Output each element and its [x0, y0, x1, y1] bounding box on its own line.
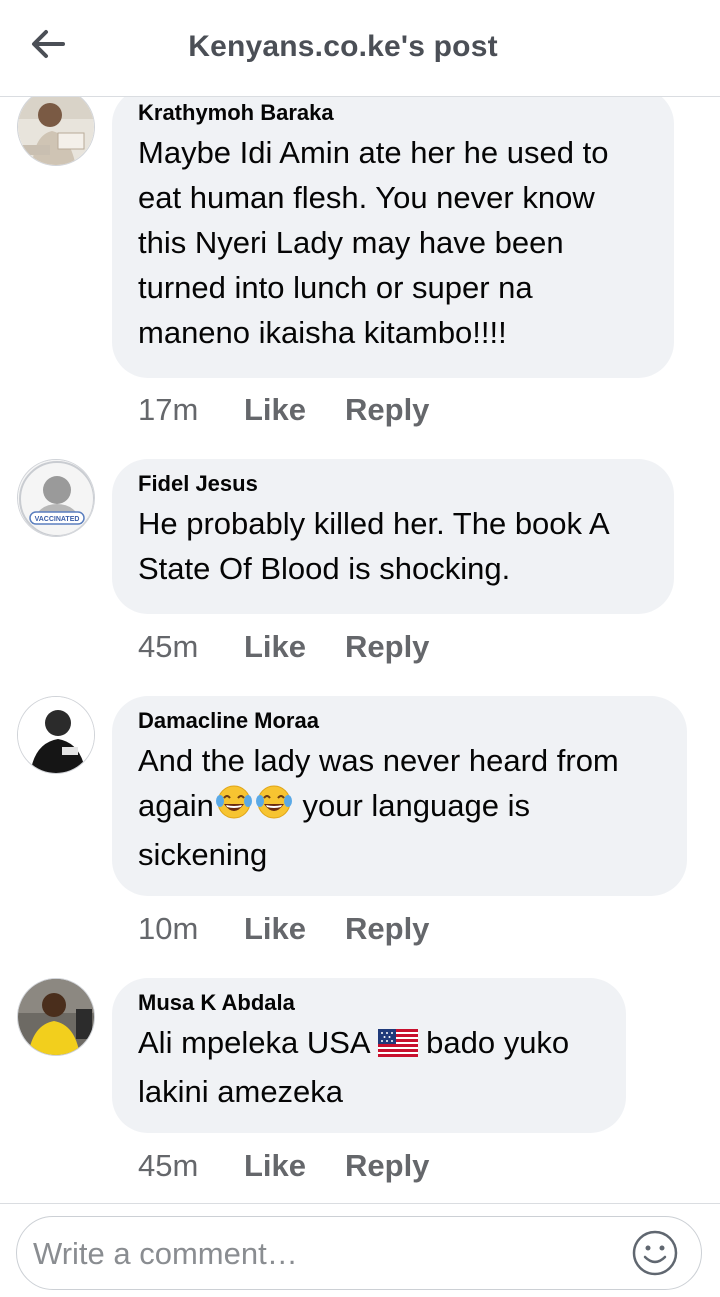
comment-bubble[interactable]: Krathymoh Baraka Maybe Idi Amin ate her … [112, 88, 674, 378]
comment-time[interactable]: 45m [138, 1148, 244, 1184]
comment-bubble[interactable]: Fidel Jesus He probably killed her. The … [112, 459, 674, 614]
comment-text: He probably killed her. The book A State… [138, 506, 610, 586]
avatar[interactable]: VACCINATED [17, 459, 95, 537]
comment-composer [0, 1203, 720, 1297]
comment-actions: 17m Like Reply [138, 392, 429, 428]
comment-time[interactable]: 17m [138, 392, 244, 428]
comment-input-box[interactable] [16, 1216, 702, 1290]
reply-button[interactable]: Reply [345, 1148, 429, 1184]
avatar[interactable] [17, 978, 95, 1056]
top-bar: Kenyans.co.ke's post [0, 0, 720, 97]
like-button[interactable]: Like [244, 629, 345, 665]
comment-author[interactable]: Damacline Moraa [138, 708, 661, 734]
reply-button[interactable]: Reply [345, 911, 429, 947]
emoji-button[interactable] [631, 1229, 679, 1277]
face-with-tears-of-joy-icon [214, 784, 254, 832]
comment-text: Ali mpeleka USA bado yuko lakini amezeka [138, 1020, 600, 1114]
page-title: Kenyans.co.ke's post [188, 30, 498, 63]
comment-bubble[interactable]: Damacline Moraa And the lady was never h… [112, 696, 687, 896]
comment-author[interactable]: Musa K Abdala [138, 990, 600, 1016]
smiley-icon [632, 1230, 678, 1276]
like-button[interactable]: Like [244, 911, 345, 947]
comment-actions: 45m Like Reply [138, 629, 429, 665]
comment-text: And the lady was never heard from again … [138, 738, 661, 877]
comment-bubble[interactable]: Musa K Abdala Ali mpeleka USA bado yuko … [112, 978, 626, 1133]
reply-button[interactable]: Reply [345, 392, 429, 428]
like-button[interactable]: Like [244, 392, 345, 428]
comment-author[interactable]: Krathymoh Baraka [138, 100, 648, 126]
avatar[interactable] [17, 88, 95, 166]
comment-author[interactable]: Fidel Jesus [138, 471, 648, 497]
comment-actions: 45m Like Reply [138, 1148, 429, 1184]
like-button[interactable]: Like [244, 1148, 345, 1184]
avatar[interactable] [17, 696, 95, 774]
comment-input[interactable] [31, 1227, 625, 1281]
comment-time[interactable]: 45m [138, 629, 244, 665]
comment-time[interactable]: 10m [138, 911, 244, 947]
us-flag-icon [377, 1024, 418, 1069]
comment-text: Maybe Idi Amin ate her he used to eat hu… [138, 135, 609, 350]
reply-button[interactable]: Reply [345, 629, 429, 665]
svg-text:VACCINATED: VACCINATED [35, 516, 80, 523]
face-with-tears-of-joy-icon [254, 784, 294, 832]
comment-actions: 10m Like Reply [138, 911, 429, 947]
comment-text-part: Ali mpeleka USA [138, 1025, 378, 1060]
